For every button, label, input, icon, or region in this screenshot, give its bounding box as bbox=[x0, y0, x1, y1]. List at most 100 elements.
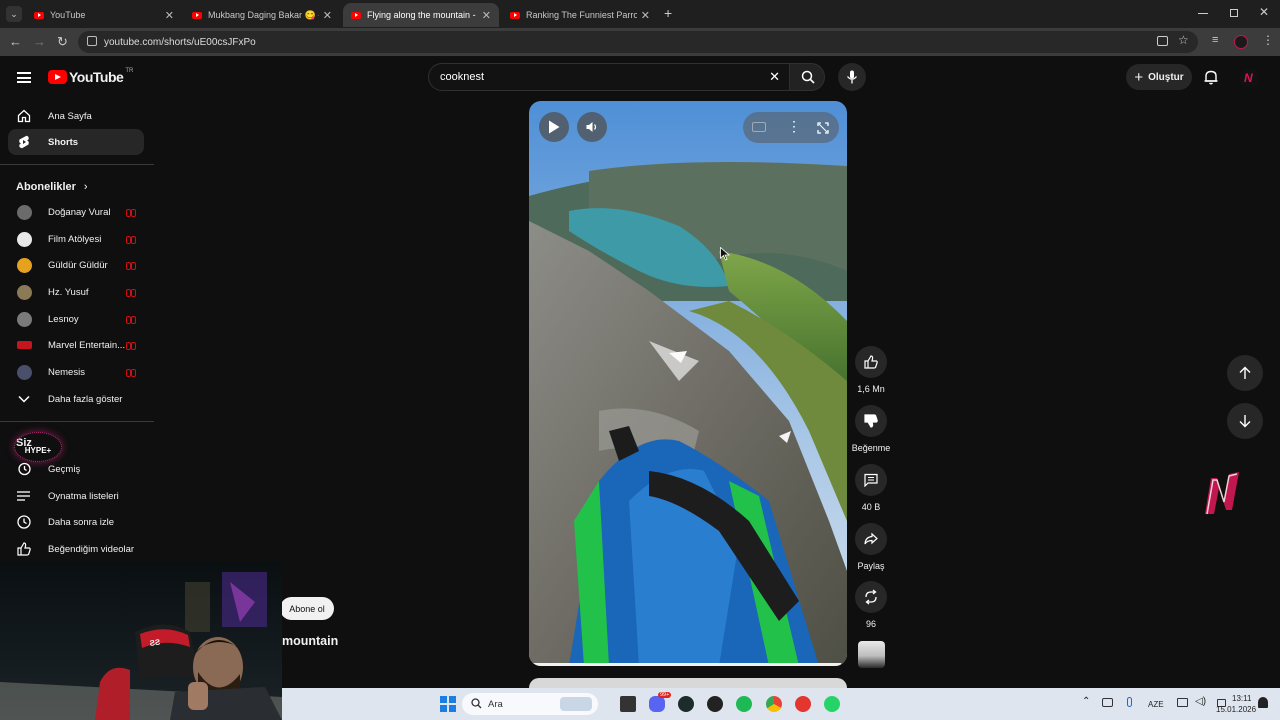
subscription-item[interactable]: Marvel Entertain... bbox=[8, 332, 144, 358]
sidebar-item-liked-videos[interactable]: Beğendiğim videolar bbox=[8, 536, 144, 562]
url-field[interactable]: youtube.com/shorts/uE00csJFxPo bbox=[78, 31, 1198, 53]
bookmark-star-icon[interactable]: ☆ bbox=[1178, 33, 1189, 47]
install-app-icon[interactable] bbox=[1157, 36, 1168, 46]
network-off-icon[interactable] bbox=[1102, 698, 1113, 707]
file-explorer-icon[interactable] bbox=[620, 696, 636, 712]
account-avatar[interactable]: N bbox=[1239, 68, 1259, 88]
site-info-icon[interactable] bbox=[87, 36, 97, 46]
live-indicator-icon bbox=[126, 209, 136, 217]
remix-action[interactable]: 96 bbox=[852, 581, 890, 629]
sidebar-item-home[interactable]: Ana Sayfa bbox=[8, 103, 144, 129]
reload-icon[interactable]: ↻ bbox=[57, 34, 68, 50]
subscriptions-header[interactable]: Abonelikler › bbox=[16, 181, 88, 193]
speaker-icon[interactable]: ◁) bbox=[1195, 696, 1206, 707]
search-icon bbox=[471, 698, 482, 709]
sidebar-item-watch-later[interactable]: Daha sonra izle bbox=[8, 509, 144, 535]
next-short-button[interactable] bbox=[1227, 403, 1263, 439]
close-tab-icon[interactable]: ✕ bbox=[165, 9, 174, 22]
clear-search-icon[interactable]: ✕ bbox=[769, 69, 780, 85]
fullscreen-icon[interactable] bbox=[817, 122, 829, 134]
media-controls-icon[interactable]: ≡ bbox=[1212, 34, 1218, 46]
subscription-item[interactable]: Film Atölyesi bbox=[8, 226, 144, 252]
share-button[interactable] bbox=[855, 523, 887, 555]
create-button[interactable]: + Oluştur bbox=[1126, 64, 1192, 90]
browser-menu-icon[interactable]: ⋮ bbox=[1262, 33, 1274, 47]
close-window-button[interactable]: ✕ bbox=[1259, 5, 1269, 19]
arrow-down-icon bbox=[1239, 415, 1251, 428]
sidebar-item-shorts[interactable]: Shorts bbox=[8, 129, 144, 155]
svg-text:ƧƧ: ƧƧ bbox=[149, 637, 161, 647]
shorts-video-player[interactable]: ⋮ bbox=[529, 101, 847, 666]
obs-icon[interactable] bbox=[707, 696, 723, 712]
captions-icon[interactable] bbox=[752, 122, 766, 132]
sidebar-item-history[interactable]: Geçmiş bbox=[8, 456, 144, 482]
close-tab-icon[interactable]: ✕ bbox=[323, 9, 332, 22]
discord-icon[interactable] bbox=[649, 696, 665, 712]
previous-short-button[interactable] bbox=[1227, 355, 1263, 391]
comments-action[interactable]: 40 B bbox=[852, 464, 890, 512]
more-options-icon[interactable]: ⋮ bbox=[787, 118, 801, 135]
tab-list-icon[interactable]: ⌄ bbox=[6, 6, 22, 22]
like-button[interactable] bbox=[855, 346, 887, 378]
browser-tab[interactable]: Mukbang Daging Bakar 😋 - Yo ✕ bbox=[184, 3, 340, 27]
red-app-icon[interactable] bbox=[795, 696, 811, 712]
show-more-button[interactable]: Daha fazla göster bbox=[8, 386, 144, 412]
subscription-item[interactable]: Doğanay Vural bbox=[8, 199, 144, 225]
browser-tab[interactable]: YouTube ✕ bbox=[26, 3, 182, 27]
app-icon[interactable] bbox=[678, 696, 694, 712]
forward-icon[interactable]: → bbox=[33, 34, 46, 49]
start-button[interactable] bbox=[440, 696, 456, 712]
clock-date[interactable]: 15.01.2026 bbox=[1216, 705, 1256, 714]
browser-tab[interactable]: Ranking The Funniest Parrot Mo ✕ bbox=[502, 3, 658, 27]
progress-fill bbox=[529, 663, 841, 666]
hamburger-menu-icon[interactable] bbox=[17, 72, 31, 83]
share-action[interactable]: Paylaş bbox=[852, 523, 890, 571]
keyboard-language[interactable]: AZE bbox=[1148, 700, 1164, 709]
like-action[interactable]: 1,6 Mn bbox=[852, 346, 890, 394]
whatsapp-icon[interactable] bbox=[824, 696, 840, 712]
sound-thumbnail[interactable] bbox=[858, 641, 885, 668]
sidebar-item-playlists[interactable]: Oynatma listeleri bbox=[8, 483, 144, 509]
progress-bar[interactable] bbox=[529, 663, 847, 666]
play-button[interactable] bbox=[539, 112, 569, 142]
subscription-item[interactable]: Lesnoy bbox=[8, 306, 144, 332]
dislike-button[interactable] bbox=[855, 405, 887, 437]
comments-button[interactable] bbox=[855, 464, 887, 496]
restore-button[interactable] bbox=[1230, 9, 1238, 17]
channel-logo-icon: N bbox=[1244, 71, 1253, 85]
profile-avatar-icon[interactable] bbox=[1234, 35, 1248, 49]
dislike-action[interactable]: Beğenme bbox=[848, 405, 894, 453]
search-input[interactable]: cooknest ✕ bbox=[428, 63, 790, 91]
mute-button[interactable] bbox=[577, 112, 607, 142]
microphone-icon[interactable] bbox=[1127, 697, 1132, 707]
search-button[interactable] bbox=[789, 63, 825, 91]
notification-bell-icon[interactable] bbox=[1258, 697, 1268, 708]
close-tab-icon[interactable]: ✕ bbox=[641, 9, 650, 22]
chrome-icon[interactable] bbox=[766, 696, 782, 712]
close-tab-icon[interactable]: ✕ bbox=[482, 9, 491, 22]
subscribe-button[interactable]: Abone ol bbox=[280, 597, 334, 620]
back-icon[interactable]: ← bbox=[9, 34, 22, 49]
subscription-item[interactable]: Güldür Güldür bbox=[8, 252, 144, 278]
taskbar-search-box[interactable]: Ara bbox=[462, 693, 598, 715]
new-tab-button[interactable]: + bbox=[664, 5, 672, 21]
youtube-favicon-icon bbox=[351, 11, 361, 19]
youtube-logo[interactable]: YouTube TR bbox=[48, 68, 133, 85]
browser-tab-active[interactable]: Flying along the mountain - Yo ✕ bbox=[343, 3, 499, 27]
subscription-item[interactable]: Nemesis bbox=[8, 359, 144, 385]
display-icon[interactable] bbox=[1177, 698, 1188, 707]
arrow-up-icon bbox=[1239, 366, 1251, 379]
show-hidden-icons[interactable]: ⌃ bbox=[1082, 696, 1090, 707]
notifications-bell-icon[interactable] bbox=[1203, 69, 1219, 85]
spotify-icon[interactable] bbox=[736, 696, 752, 712]
subscription-item[interactable]: Hz. Yusuf bbox=[8, 279, 144, 305]
youtube-favicon-icon bbox=[510, 11, 520, 19]
channel-avatar bbox=[16, 311, 32, 327]
next-short-preview[interactable] bbox=[529, 678, 847, 688]
remix-icon bbox=[865, 589, 877, 605]
dislike-icon bbox=[864, 414, 878, 428]
minimize-button[interactable] bbox=[1198, 13, 1208, 14]
remix-button[interactable] bbox=[855, 581, 887, 613]
clock-time[interactable]: 13:11 bbox=[1232, 694, 1251, 703]
voice-search-button[interactable] bbox=[838, 63, 866, 91]
